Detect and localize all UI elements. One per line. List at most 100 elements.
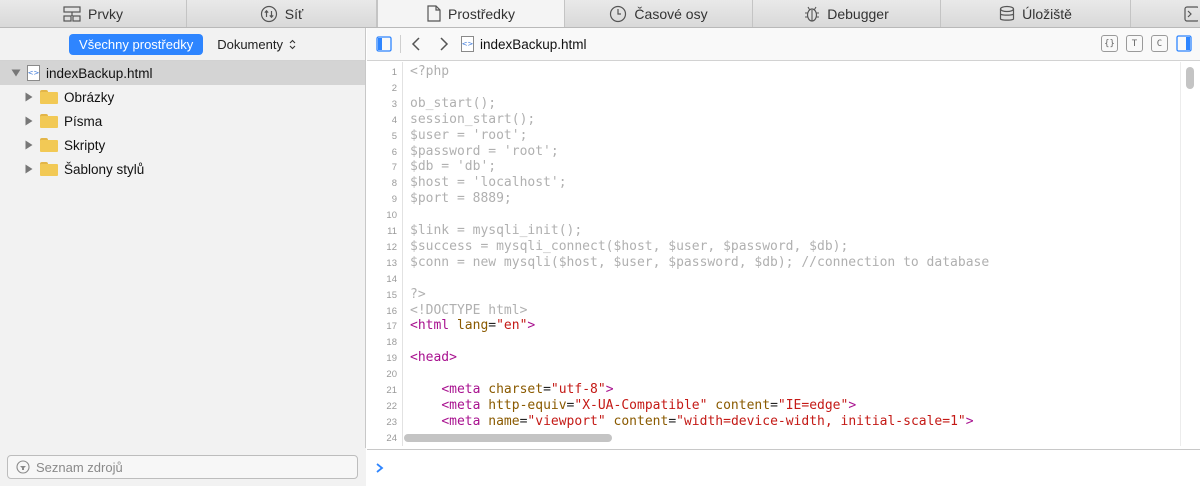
all-resources-button[interactable]: Všechny prostředky (69, 33, 204, 55)
tab-label: Úložiště (1022, 5, 1072, 22)
code-text: ob_start(); (410, 95, 497, 111)
timelines-icon (610, 5, 627, 22)
resources-icon (427, 5, 441, 22)
folder-icon (40, 114, 58, 128)
line-number: 4 (391, 114, 397, 126)
line-number: 17 (386, 321, 397, 333)
code-line: 21 <meta charset="utf-8"> (367, 382, 1200, 398)
code-coverage-button[interactable]: C (1151, 35, 1168, 52)
code-line: 12 $success = mysqli_connect($host, $user… (367, 239, 1200, 255)
line-number: 22 (386, 400, 397, 412)
divider (400, 35, 401, 53)
tree-item-label: Šablony stylů (64, 161, 145, 177)
line-number: 10 (386, 210, 397, 222)
line-number: 18 (386, 337, 397, 349)
disclosure-closed-icon[interactable] (24, 116, 34, 126)
tree-item-folder[interactable]: Písma (0, 109, 365, 133)
console-prompt-icon (376, 463, 384, 473)
tab-network[interactable]: Síť (187, 0, 377, 27)
console-prompt-area[interactable] (367, 449, 1200, 486)
tree-item-folder[interactable]: Šablony stylů (0, 157, 365, 181)
elements-icon (63, 5, 81, 22)
line-number: 11 (387, 226, 397, 237)
code-text: <?php (410, 64, 450, 79)
resource-tree: <> indexBackup.html Obrázky Písma Skript… (0, 61, 365, 181)
disclosure-closed-icon[interactable] (24, 164, 34, 174)
code-text: $host = 'localhost'; (410, 175, 567, 191)
tree-item-label: indexBackup.html (46, 65, 153, 81)
vertical-scrollbar[interactable] (1186, 67, 1194, 89)
resource-type-label: Dokumenty (217, 36, 283, 52)
tab-elements[interactable]: Prvky (0, 0, 187, 27)
forward-arrow-icon[interactable] (437, 36, 451, 52)
vertical-scroll-track (1180, 62, 1200, 446)
code-line: 18 (367, 334, 1200, 350)
line-number: 23 (386, 416, 397, 428)
code-text: $conn = new mysqli($host, $user, $passwo… (410, 254, 990, 270)
code-line: 11 $link = mysqli_init(); (367, 223, 1200, 239)
tab-console[interactable] (1131, 0, 1200, 27)
toggle-right-sidebar-icon[interactable] (1176, 35, 1192, 52)
line-number: 5 (391, 130, 397, 142)
tree-item-label: Písma (64, 113, 103, 129)
code-line: 8 $host = 'localhost'; (367, 175, 1200, 191)
code-line: 16 <!DOCTYPE html> (367, 303, 1200, 319)
code-text: session_start(); (410, 111, 536, 127)
disclosure-closed-icon[interactable] (24, 140, 34, 150)
pretty-print-button[interactable]: {} (1101, 35, 1118, 52)
back-arrow-icon[interactable] (409, 36, 423, 52)
code-line: 20 (367, 366, 1200, 382)
type-profiler-button[interactable]: T (1126, 35, 1143, 52)
tree-item-folder[interactable]: Skripty (0, 133, 365, 157)
tree-item-label: Obrázky (64, 89, 115, 105)
line-number: 13 (386, 257, 397, 269)
tab-debugger[interactable]: Debugger (753, 0, 941, 27)
code-line: 5 $user = 'root'; (367, 128, 1200, 144)
disclosure-open-icon[interactable] (11, 68, 21, 78)
code-line: 9 $port = 8889; (367, 191, 1200, 207)
tree-item-folder[interactable]: Obrázky (0, 85, 365, 109)
resource-filter-input[interactable]: Seznam zdrojů (7, 455, 358, 479)
code-text: $db = 'db'; (410, 159, 497, 175)
breadcrumb[interactable]: <> indexBackup.html (461, 36, 587, 52)
filter-placeholder: Seznam zdrojů (36, 459, 123, 475)
code-line: 19 <head> (367, 350, 1200, 366)
code-line: 10 (367, 207, 1200, 223)
disclosure-closed-icon[interactable] (24, 92, 34, 102)
source-code-editor[interactable]: 1 <?php 2 3 ob_start(); 4 session_start(); 5 $us… (367, 62, 1200, 446)
code-line: 1 <?php (367, 64, 1200, 80)
code-line: 4 session_start(); (367, 112, 1200, 128)
horizontal-scrollbar[interactable] (404, 434, 612, 442)
code-text: <meta name="viewport" content="width=dev… (441, 413, 974, 429)
line-number: 8 (391, 178, 397, 190)
line-number: 6 (391, 146, 397, 158)
code-line: 13 $conn = new mysqli($host, $user, $pass… (367, 255, 1200, 271)
line-number: 24 (386, 432, 397, 444)
resource-type-select[interactable]: Dokumenty (217, 37, 296, 52)
code-text: <meta charset="utf-8"> (441, 382, 614, 397)
tree-item-label: Skripty (64, 137, 106, 153)
tab-label: Časové osy (634, 5, 708, 22)
line-number: 12 (386, 241, 397, 253)
code-line: 7 $db = 'db'; (367, 159, 1200, 175)
line-number: 1 (391, 67, 397, 78)
code-text: $link = mysqli_init(); (410, 223, 583, 238)
toggle-left-sidebar-icon[interactable] (376, 36, 392, 52)
tab-resources[interactable]: Prostředky (377, 0, 565, 27)
tab-storage[interactable]: Úložiště (941, 0, 1131, 27)
filter-icon (16, 460, 30, 474)
chevron-updown-icon (289, 39, 296, 49)
tree-item-root[interactable]: <> indexBackup.html (0, 61, 365, 85)
content-navigation-bar: <> indexBackup.html {} T C (367, 28, 1200, 61)
line-number: 16 (386, 305, 397, 317)
line-number: 21 (386, 385, 397, 396)
tab-timelines[interactable]: Časové osy (565, 0, 753, 27)
line-number: 9 (391, 194, 397, 206)
code-text: <!DOCTYPE html> (410, 302, 528, 318)
folder-icon (40, 90, 58, 104)
console-icon (1184, 5, 1198, 22)
html-file-icon: <> (461, 36, 474, 52)
line-number: 2 (391, 82, 397, 94)
network-icon (260, 5, 277, 22)
code-line: 6 $password = 'root'; (367, 144, 1200, 160)
